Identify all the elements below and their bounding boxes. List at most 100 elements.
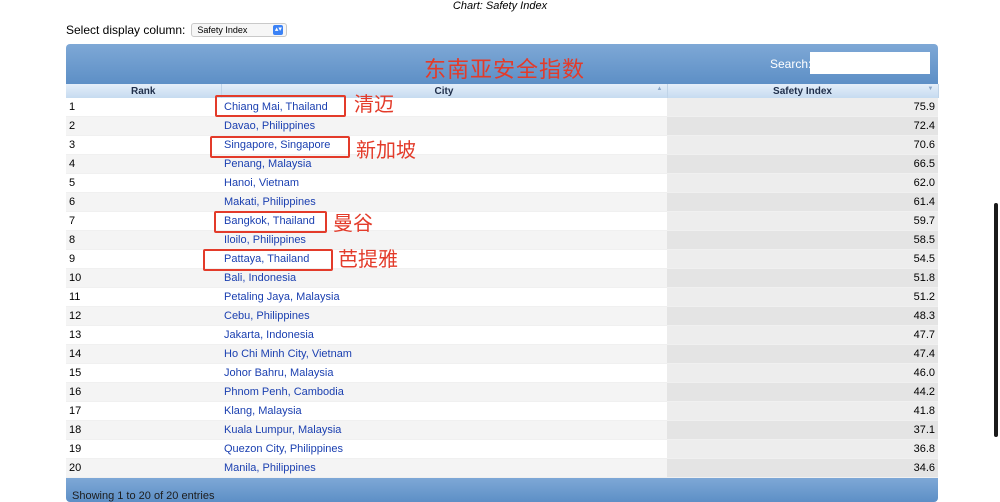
table-row: 16 Phnom Penh, Cambodia 44.2 (66, 382, 938, 402)
city-link[interactable]: Klang, Malaysia (224, 405, 302, 417)
table-row: 9 Pattaya, Thailand 54.5 (66, 249, 938, 269)
rank-cell: 10 (66, 268, 221, 288)
table-row: 11 Petaling Jaya, Malaysia 51.2 (66, 287, 938, 307)
city-cell: Hanoi, Vietnam (221, 173, 667, 193)
safety-index-cell: 54.5 (667, 249, 938, 269)
annotation-title: 东南亚安全指数 (424, 58, 586, 83)
city-cell: Makati, Philippines (221, 192, 667, 212)
safety-index-cell: 46.0 (667, 363, 938, 383)
table-row: 12 Cebu, Philippines 48.3 (66, 306, 938, 326)
safety-index-cell: 37.1 (667, 420, 938, 440)
safety-index-cell: 41.8 (667, 401, 938, 421)
city-cell: Phnom Penh, Cambodia (221, 382, 667, 402)
city-link[interactable]: Davao, Philippines (224, 120, 315, 132)
annotation-singapore: 新加坡 (356, 138, 416, 162)
city-link[interactable]: Quezon City, Philippines (224, 443, 343, 455)
column-header-rank[interactable]: Rank (66, 84, 222, 98)
safety-index-cell: 51.8 (667, 268, 938, 288)
city-link[interactable]: Petaling Jaya, Malaysia (224, 291, 340, 303)
annotation-bangkok: 曼谷 (333, 211, 373, 235)
city-link[interactable]: Makati, Philippines (224, 196, 316, 208)
table-row: 18 Kuala Lumpur, Malaysia 37.1 (66, 420, 938, 440)
table-footer: Showing 1 to 20 of 20 entries (66, 478, 938, 502)
city-cell: Johor Bahru, Malaysia (221, 363, 667, 383)
city-link[interactable]: Iloilo, Philippines (224, 234, 306, 246)
page-scrollbar[interactable] (994, 203, 998, 437)
sort-desc-icon: ▼ (927, 86, 934, 92)
city-cell: Davao, Philippines (221, 116, 667, 136)
table-row: 8 Iloilo, Philippines 58.5 (66, 230, 938, 250)
table-row: 5 Hanoi, Vietnam 62.0 (66, 173, 938, 193)
column-header-safety-index[interactable]: Safety Index ▼ (667, 84, 939, 98)
rank-cell: 17 (66, 401, 221, 421)
search-label: Search: (770, 57, 812, 71)
safety-index-cell: 47.4 (667, 344, 938, 364)
safety-index-cell: 58.5 (667, 230, 938, 250)
safety-index-cell: 51.2 (667, 287, 938, 307)
safety-index-cell: 70.6 (667, 135, 938, 155)
rank-cell: 8 (66, 230, 221, 250)
rank-cell: 11 (66, 287, 221, 307)
table-row: 3 Singapore, Singapore 70.6 (66, 135, 938, 155)
display-column-select[interactable]: Safety Index ▴▾ (191, 23, 288, 37)
safety-index-cell: 72.4 (667, 116, 938, 136)
city-cell: Iloilo, Philippines (221, 230, 667, 250)
city-cell: Cebu, Philippines (221, 306, 667, 326)
table-info: Showing 1 to 20 of 20 entries (72, 490, 215, 502)
city-link[interactable]: Cebu, Philippines (224, 310, 310, 322)
city-link[interactable]: Bali, Indonesia (224, 272, 296, 284)
rank-cell: 2 (66, 116, 221, 136)
table-row: 7 Bangkok, Thailand 59.7 (66, 211, 938, 231)
annotation-box-pattaya (203, 249, 333, 271)
sort-asc-icon: ▲ (656, 86, 663, 92)
table-row: 1 Chiang Mai, Thailand 75.9 (66, 98, 938, 117)
city-link[interactable]: Jakarta, Indonesia (224, 329, 314, 341)
annotation-pattaya: 芭提雅 (338, 247, 398, 271)
rank-cell: 14 (66, 344, 221, 364)
city-link[interactable]: Kuala Lumpur, Malaysia (224, 424, 341, 436)
city-link[interactable]: Manila, Philippines (224, 462, 316, 474)
city-link[interactable]: Johor Bahru, Malaysia (224, 367, 333, 379)
rank-cell: 9 (66, 249, 221, 269)
rank-cell: 1 (66, 98, 221, 117)
table-row: 4 Penang, Malaysia 66.5 (66, 154, 938, 174)
city-cell: Jakarta, Indonesia (221, 325, 667, 345)
safety-index-cell: 66.5 (667, 154, 938, 174)
table-row: 13 Jakarta, Indonesia 47.7 (66, 325, 938, 345)
search-input[interactable] (810, 52, 930, 74)
city-link[interactable]: Phnom Penh, Cambodia (224, 386, 344, 398)
rank-cell: 18 (66, 420, 221, 440)
rank-cell: 12 (66, 306, 221, 326)
chart-title: Chart: Safety Index (452, 0, 548, 12)
rank-cell: 3 (66, 135, 221, 155)
safety-index-cell: 48.3 (667, 306, 938, 326)
data-table: Rank City ▲ Safety Index ▼ 1 Chiang Mai, Th… (66, 84, 939, 478)
city-cell: Petaling Jaya, Malaysia (221, 287, 667, 307)
city-cell: Klang, Malaysia (221, 401, 667, 421)
rank-cell: 7 (66, 211, 221, 231)
table-row: 6 Makati, Philippines 61.4 (66, 192, 938, 212)
city-cell: Ho Chi Minh City, Vietnam (221, 344, 667, 364)
data-table-panel: Search: Rank City ▲ Safety Index ▼ 1 Chiang… (66, 44, 939, 502)
table-row: 15 Johor Bahru, Malaysia 46.0 (66, 363, 938, 383)
safety-index-cell: 34.6 (667, 458, 938, 478)
table-row: 17 Klang, Malaysia 41.8 (66, 401, 938, 421)
rank-cell: 4 (66, 154, 221, 174)
rank-cell: 19 (66, 439, 221, 459)
safety-index-cell: 59.7 (667, 211, 938, 231)
city-link[interactable]: Hanoi, Vietnam (224, 177, 299, 189)
city-link[interactable]: Ho Chi Minh City, Vietnam (224, 348, 352, 360)
rank-cell: 20 (66, 458, 221, 478)
rank-cell: 6 (66, 192, 221, 212)
selector-label: Select display column: (66, 23, 186, 37)
annotation-box-chiang-mai (215, 95, 346, 117)
table-header-row: Rank City ▲ Safety Index ▼ (66, 84, 939, 98)
rank-cell: 16 (66, 382, 221, 402)
safety-index-cell: 47.7 (667, 325, 938, 345)
city-cell: Quezon City, Philippines (221, 439, 667, 459)
table-row: 2 Davao, Philippines 72.4 (66, 116, 938, 136)
safety-index-cell: 61.4 (667, 192, 938, 212)
city-link[interactable]: Penang, Malaysia (224, 158, 311, 170)
city-cell: Manila, Philippines (221, 458, 667, 478)
safety-index-cell: 44.2 (667, 382, 938, 402)
